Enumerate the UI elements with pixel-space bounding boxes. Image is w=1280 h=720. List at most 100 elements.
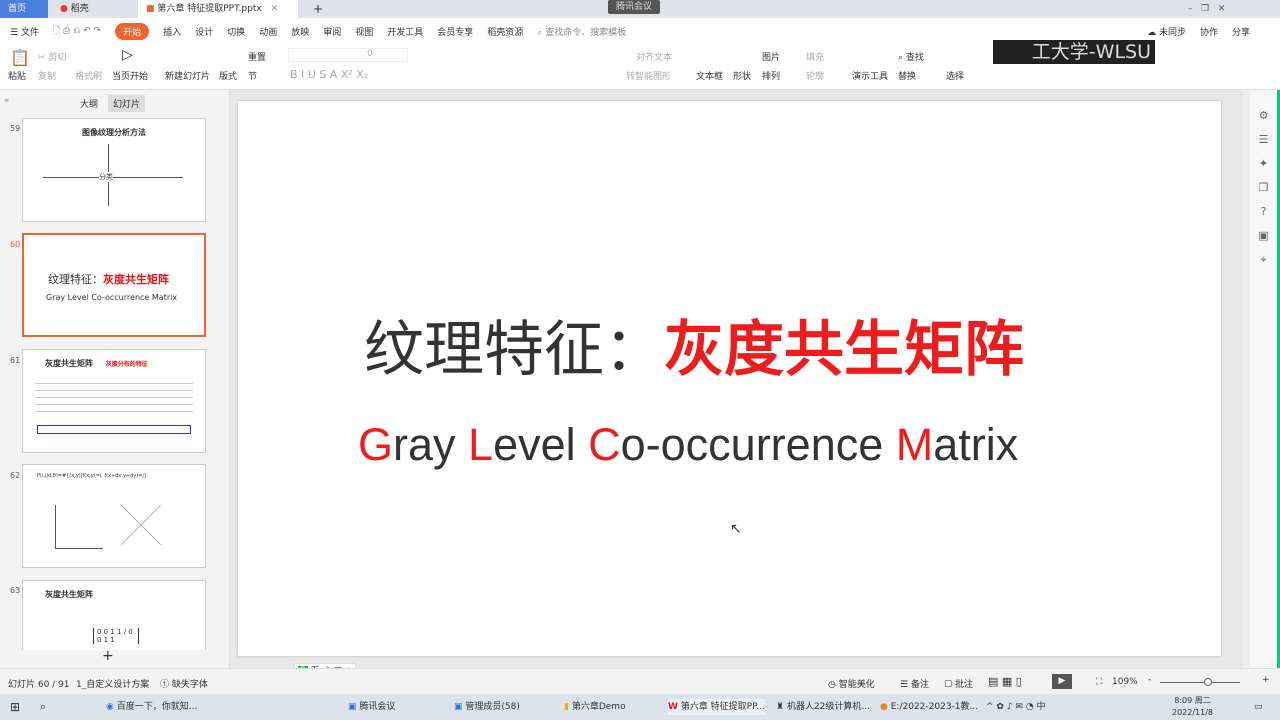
label: 机器人22级计算机... xyxy=(786,702,870,712)
sync-status[interactable]: ☁ 未同步 xyxy=(1147,25,1186,38)
right-toolbar[interactable]: ⚙ ☰ ✦ ❐? ▣ ⌖ xyxy=(1250,90,1277,668)
shape-button[interactable]: 形状 xyxy=(733,69,751,82)
zoom-slider-handle[interactable] xyxy=(1204,678,1212,686)
app-icon: ● xyxy=(880,702,888,712)
vertical-scrollbar[interactable] xyxy=(1242,90,1250,668)
slide-thumb-59[interactable]: 图像纹理分析方法 分类 xyxy=(22,118,206,222)
beautify-button[interactable]: ◷ 智能美化 xyxy=(828,677,875,690)
textbox-button[interactable]: 文本框 xyxy=(696,69,723,82)
zoom-out-button[interactable]: - xyxy=(1148,675,1151,685)
replace-button[interactable]: 替换 xyxy=(898,69,916,82)
new-tab-button[interactable]: + xyxy=(305,0,323,18)
zoom-slider[interactable] xyxy=(1160,682,1240,683)
missing-font-button[interactable]: ⓣ 缺失字体 xyxy=(160,677,208,690)
menu-design[interactable]: 设计 xyxy=(195,25,213,38)
search-icon[interactable]: ⌕ xyxy=(40,699,46,715)
taskbar-item[interactable]: ▮ 第六章Demo xyxy=(564,699,626,715)
menu-animation[interactable]: 动画 xyxy=(259,25,277,38)
zoom-level[interactable]: 109% xyxy=(1112,677,1138,687)
menu-file[interactable]: ☰ 文件 xyxy=(10,25,39,38)
taskbar-item-active[interactable]: W 第六章 特征提取PP... xyxy=(668,699,765,715)
start-icon[interactable]: ⊞ xyxy=(10,699,20,715)
tray-icons[interactable]: ^ ✿ ♪ ✉ ◔ 中 xyxy=(986,699,1046,715)
taskbar-item[interactable]: ▣ 腾讯会议 xyxy=(348,699,395,715)
section-button[interactable]: 节 xyxy=(248,69,257,82)
close-icon[interactable]: ✕ xyxy=(271,4,279,14)
select-button[interactable]: 选择 xyxy=(946,69,964,82)
format-painter-button[interactable]: 格式刷 xyxy=(75,69,102,82)
menu-review[interactable]: 审阅 xyxy=(323,25,341,38)
menu-home[interactable]: 开始 xyxy=(115,22,150,40)
tab-document[interactable]: ■ 第六章 特征提取PPT.pptx ✕ xyxy=(138,0,298,18)
cut-button[interactable]: ✂ 剪切 xyxy=(38,50,66,63)
slide-thumb-61[interactable]: 灰度共生矩阵 灰度分布的特征 xyxy=(22,349,206,453)
share-button[interactable]: 分享 xyxy=(1232,25,1250,38)
label: 第六章Demo xyxy=(571,702,626,712)
taskbar-item[interactable]: ♜ 机器人22级计算机... xyxy=(776,699,870,715)
taskbar-item[interactable]: ◉ 百度一下，你就知... xyxy=(106,699,197,715)
menu-insert[interactable]: 插入 xyxy=(163,25,181,38)
arrange-button[interactable]: 排列 xyxy=(762,69,780,82)
command-search[interactable]: ⌕ 查找命令、搜索模板 xyxy=(537,25,626,38)
meeting-icon: ▣ xyxy=(348,702,357,712)
copy-button[interactable]: 复制 xyxy=(38,69,56,82)
align-text-button[interactable]: 对齐文本 xyxy=(636,50,672,63)
paste-button[interactable]: 粘贴 xyxy=(8,69,26,82)
outline-button[interactable]: 轮廓 xyxy=(806,69,824,82)
play-slideshow-button[interactable]: ▶ xyxy=(1052,674,1072,689)
restore-icon[interactable]: ❐ xyxy=(1201,4,1209,14)
present-tools-button[interactable]: 演示工具 xyxy=(852,69,888,82)
close-window-icon[interactable]: ✕ xyxy=(1218,4,1226,14)
tab-outline[interactable]: 大纲 xyxy=(80,97,98,110)
minimize-icon[interactable]: – xyxy=(1188,4,1193,14)
ime-indicator[interactable]: 中 xyxy=(1037,702,1046,712)
find-button[interactable]: ⌕ 查找 xyxy=(898,50,924,63)
slide-count: 幻灯片 60 / 91 xyxy=(8,680,70,690)
slide-thumb-60[interactable]: 纹理特征：灰度共生矩阵 Gray Level Co-occurrence Mat… xyxy=(22,233,206,337)
smartart-button[interactable]: 转智能图形 xyxy=(626,69,671,82)
menu-daoke[interactable]: 稻壳资源 xyxy=(487,25,523,38)
mouse-cursor-icon: ↖ xyxy=(730,521,742,537)
fit-icon[interactable]: ⛶ xyxy=(1096,677,1102,687)
font-size-select[interactable]: 0 xyxy=(288,48,408,62)
notes-button[interactable]: ☰ 备注 xyxy=(900,677,929,690)
label: 缺失字体 xyxy=(171,680,208,690)
menu-view[interactable]: 视图 xyxy=(355,25,373,38)
play-current-button[interactable]: 当页开始 xyxy=(112,69,148,82)
menu-slideshow[interactable]: 放映 xyxy=(291,25,309,38)
thumb-title: 灰度共生矩阵 xyxy=(45,590,93,599)
edge-icon: ◉ xyxy=(106,702,114,712)
clock[interactable]: 8:09 周二 2022/11/8 xyxy=(1172,695,1213,717)
add-slide-button[interactable]: + xyxy=(102,648,114,664)
layout-button[interactable]: 版式 xyxy=(219,69,237,82)
tab-home[interactable]: 首页 xyxy=(0,0,48,18)
fill-button[interactable]: 填充 xyxy=(806,50,824,63)
comment-button[interactable]: ☐ 批注 xyxy=(944,677,973,690)
zoom-in-button[interactable]: + xyxy=(1262,675,1270,685)
menu-member[interactable]: 会员专享 xyxy=(437,25,473,38)
picture-button[interactable]: 图片 xyxy=(762,50,780,63)
slide-thumb-63[interactable]: 灰度共生矩阵 0 0 1 1 / 0 0 1 1 xyxy=(22,580,206,650)
watermark-overlay: 工大学-WLSU xyxy=(993,40,1155,64)
notification-icon[interactable]: ▭ xyxy=(1254,699,1263,715)
reset-button[interactable]: 重置 xyxy=(248,50,266,63)
font-style-buttons[interactable]: B I U S A X² X₂ xyxy=(290,68,368,81)
taskbar-item[interactable]: ● E:/2022-2023-1教... xyxy=(880,699,978,715)
search-placeholder: 查找命令、搜索模板 xyxy=(545,27,627,38)
label: 批注 xyxy=(954,680,973,690)
collab-button[interactable]: 协作 xyxy=(1200,25,1218,38)
menu-developer[interactable]: 开发工具 xyxy=(387,25,423,38)
slide-number: 60 xyxy=(10,240,21,249)
tab-slides[interactable]: 幻灯片 xyxy=(108,95,146,112)
tab-daoke[interactable]: ● 稻壳 xyxy=(52,0,132,18)
time: 8:09 周二 xyxy=(1174,696,1211,705)
view-buttons[interactable]: ▤ ▦ ▯ xyxy=(988,675,1022,688)
collapse-icon[interactable]: « xyxy=(4,96,10,106)
quick-access-icons[interactable]: 🗋 ⎙ ⎌ ↶ ↷ xyxy=(53,23,101,39)
taskbar-item[interactable]: ▣ 管理成员(58) xyxy=(454,699,520,715)
menu-transition[interactable]: 切换 xyxy=(227,25,245,38)
slide-thumb-62[interactable]: P(i,j|d,θ)=#{(x,y)|f(x,y)=i, f(x+dx,y+dy… xyxy=(22,464,206,568)
new-slide-button[interactable]: 新建幻灯片 xyxy=(165,69,210,82)
theme-name[interactable]: 1_自定义设计方案 xyxy=(76,677,149,690)
slide-canvas[interactable]: 纹理特征：灰度共生矩阵 Gray Level Co-occurrence Mat… xyxy=(238,101,1221,656)
